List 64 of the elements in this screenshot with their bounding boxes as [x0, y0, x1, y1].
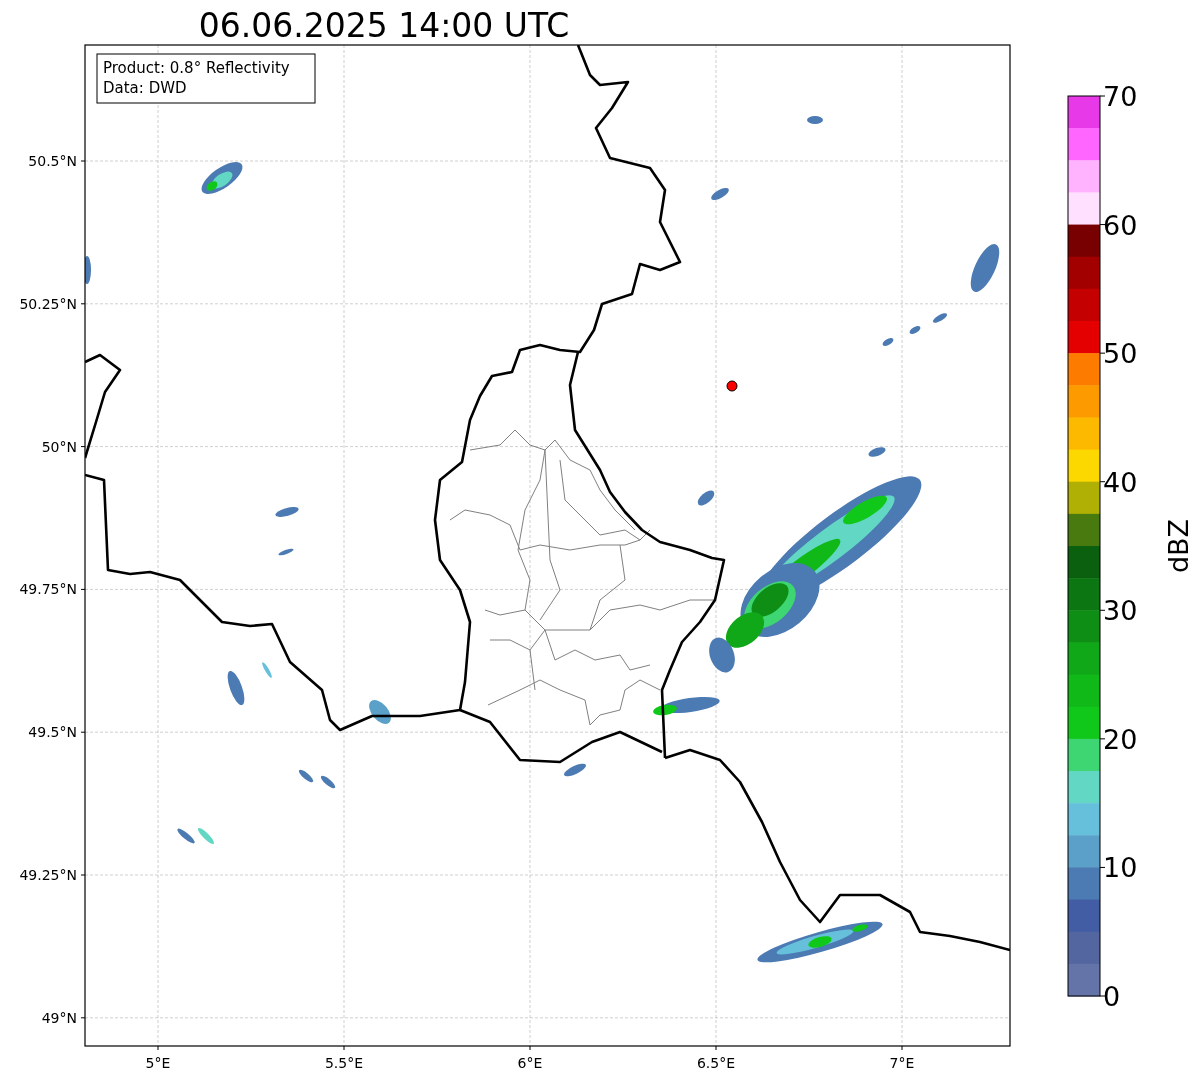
radar-echo: [369, 700, 391, 724]
radar-echo: [278, 548, 294, 556]
tick-mark: [529, 1045, 531, 1051]
y-tick-label: 50.25°N: [19, 295, 77, 312]
colorbar-tick-label: 50: [1103, 338, 1138, 370]
info-text: Product: 0.8° Reflectivity: [103, 59, 290, 77]
colorbar-label: dBZ: [1163, 518, 1194, 574]
tick-mark: [80, 1017, 86, 1019]
radar-echo: [868, 447, 886, 457]
x-tick-label: 6.5°E: [696, 1055, 736, 1071]
y-tick-label: 50°N: [41, 438, 77, 455]
radar-echo: [882, 338, 894, 346]
colorbar-tick-label: 70: [1103, 81, 1138, 112]
radar-echo: [197, 827, 215, 845]
radar-echo: [711, 187, 729, 201]
tick-mark: [80, 731, 86, 733]
tick-mark: [157, 1045, 159, 1051]
tick-mark: [80, 160, 86, 162]
tick-mark: [1099, 995, 1106, 997]
x-tick-label: 7°E: [889, 1055, 915, 1071]
radar-echo: [320, 775, 336, 789]
tick-mark: [1099, 481, 1106, 483]
tick-mark: [80, 303, 86, 305]
radar-echo: [275, 507, 299, 517]
tick-mark: [1099, 224, 1106, 226]
tick-mark: [1099, 738, 1106, 740]
y-tick-label: 49.5°N: [28, 724, 77, 741]
tick-mark: [1099, 609, 1106, 611]
radar-echo: [564, 763, 586, 777]
tick-mark: [80, 588, 86, 590]
colorbar-tick-label: 60: [1103, 209, 1138, 241]
radar-echo: [807, 116, 823, 124]
radar-echo: [262, 662, 272, 678]
tick-mark: [715, 1045, 717, 1051]
colorbar-tick-label: 20: [1103, 723, 1138, 755]
tick-mark: [80, 874, 86, 876]
info-text: Data: DWD: [103, 79, 187, 97]
chart-title: 06.06.2025 14:00 UTC: [198, 6, 570, 45]
radar-echo: [298, 769, 314, 783]
y-tick-label: 49.25°N: [19, 867, 77, 883]
radar-echo: [932, 313, 948, 323]
radar-echo: [970, 244, 1000, 292]
colorbar-tick-label: 10: [1103, 852, 1138, 884]
tick-mark: [80, 446, 86, 448]
tick-mark: [1099, 352, 1106, 354]
radar-echo: [85, 256, 91, 284]
x-tick-label: 6°E: [517, 1055, 543, 1071]
radar-echo: [227, 670, 245, 706]
radar-echo: [909, 326, 921, 334]
x-tick-label: 5°E: [145, 1055, 171, 1071]
radar-site-marker: [726, 380, 738, 392]
y-tick-label: 50.5°N: [28, 153, 77, 169]
tick-mark: [1099, 95, 1106, 97]
radar-echo: [177, 828, 195, 844]
tick-mark: [1099, 866, 1106, 868]
y-tick-label: 49.75°N: [19, 581, 77, 598]
tick-mark: [901, 1045, 903, 1051]
colorbar-tick-label: 40: [1103, 466, 1138, 498]
colorbar-tick-label: 0: [1103, 981, 1121, 1012]
tick-mark: [343, 1045, 345, 1051]
radar-echo: [697, 490, 715, 506]
y-tick-label: 49°N: [41, 1009, 77, 1026]
x-tick-label: 5.5°E: [324, 1055, 364, 1071]
colorbar-tick-label: 30: [1103, 595, 1138, 627]
